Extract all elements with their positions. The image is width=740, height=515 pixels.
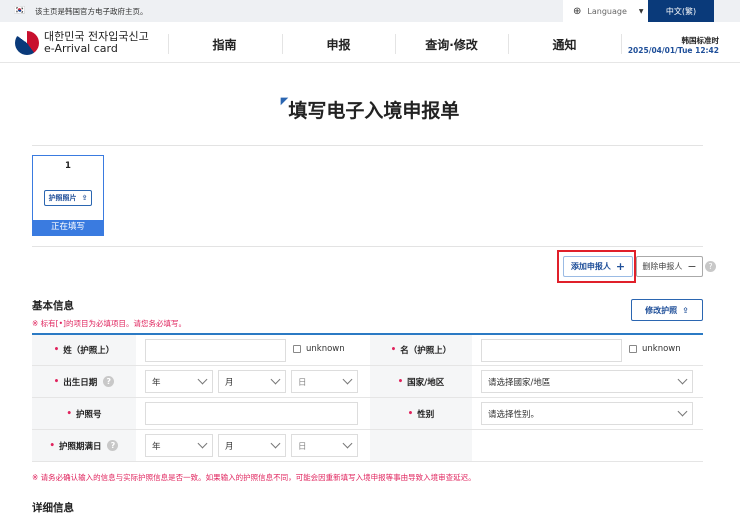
top-bar: 🇰🇷 该主页是韩国官方电子政府主页。 ⊕ Language ▼ 中文(繁) [0,0,740,22]
birth-month-select[interactable]: 月 [218,370,286,393]
country-label: • 国家/地区 [370,366,472,398]
language-label: Language [587,6,627,16]
chevron-down-icon [677,374,688,385]
surname-label: • 姓（护照上） [32,335,136,366]
birth-date-label: • 出生日期? [32,366,136,398]
timezone-label: 韩国标准时 [681,36,720,45]
nav-notice[interactable]: 通知 [508,36,621,53]
chevron-down-icon [270,374,281,385]
chevron-down-icon [197,438,208,449]
passport-no-label: • 护照号 [32,398,136,430]
given-name-unknown-checkbox[interactable]: unknown [629,344,681,354]
logo-english: e-Arrival card [44,42,118,55]
minus-icon: − [687,260,697,273]
chevron-down-icon [270,438,281,449]
add-applicant-button[interactable]: 添加申报人 + [563,256,633,277]
given-name-input[interactable] [481,339,622,362]
passport-warning: ※ 请务必确认输入的信息与实际护照信息是否一致。如果输入的护照信息不同，可能会因… [32,473,476,482]
expiry-year-select[interactable]: 年 [145,434,213,457]
nav-inquiry-edit[interactable]: 查询·修改 [395,36,508,53]
help-icon[interactable]: ? [103,376,115,387]
surname-unknown-checkbox[interactable]: unknown [293,344,345,354]
detail-info-heading: 详细信息 [32,502,74,514]
required-note: ※ 标有[•]的项目为必填项目。请您务必填写。 [32,319,186,328]
nav-apply[interactable]: 申报 [282,36,395,53]
upload-icon: ⇪ [81,194,88,202]
birth-day-select[interactable]: 日 [291,370,358,393]
korea-time: 韩国标准时 2025/04/01/Tue 12:42 [628,36,719,56]
passport-photo-button[interactable]: 护照照片 ⇪ [44,190,92,206]
korea-emblem-logo[interactable] [15,31,39,55]
edit-passport-button[interactable]: 修改护照 ⇪ [631,299,703,321]
passport-no-input[interactable] [145,402,358,425]
page-title-text: 填写电子入境申报单 [288,100,460,122]
caret-down-icon: ▼ [638,7,644,15]
upload-icon: ⇪ [682,305,689,315]
basic-info-heading: 基本信息 [32,300,74,312]
delete-applicant-button[interactable]: 删除申报人 − [636,256,703,277]
birth-year-select[interactable]: 年 [145,370,213,393]
expiry-day-select[interactable]: 日 [291,434,358,457]
empty-label [370,430,472,462]
datetime: 2025/04/01/Tue 12:42 [627,46,719,55]
applicant-number: 1 [65,161,71,171]
surname-input[interactable] [145,339,286,362]
gender-label: • 性别 [370,398,472,430]
plus-icon: + [615,260,626,273]
expiry-month-select[interactable]: 月 [218,434,286,457]
country-select[interactable]: 请选择國家/地區 [481,370,693,393]
applicant-status: 正在填写 [33,220,103,235]
given-name-label: • 名（护照上） [370,335,472,366]
current-language-button[interactable]: 中文(繁) [648,0,714,22]
page-title: ◤填写电子入境申报单 [0,96,740,123]
gov-notice: 该主页是韩国官方电子政府主页。 [35,7,148,16]
korea-flag-icon: 🇰🇷 [14,6,26,16]
expiry-date-label: • 护照期满日? [32,430,136,462]
applicant-card[interactable]: 1 护照照片 ⇪ 正在填写 [32,155,104,236]
chevron-down-icon [342,438,353,449]
language-select[interactable]: ⊕ Language ▼ [563,0,648,22]
nav-guide[interactable]: 指南 [168,36,281,53]
help-icon[interactable]: ? [705,261,716,272]
chevron-down-icon [677,406,688,417]
help-icon[interactable]: ? [107,440,119,451]
chevron-down-icon [342,374,353,385]
logo-text[interactable]: 대한민국 전자입국신고 e-Arrival card [44,31,149,55]
chevron-down-icon [197,374,208,385]
gender-select[interactable]: 请选择性别。 [481,402,693,425]
globe-icon: ⊕ [573,5,582,17]
